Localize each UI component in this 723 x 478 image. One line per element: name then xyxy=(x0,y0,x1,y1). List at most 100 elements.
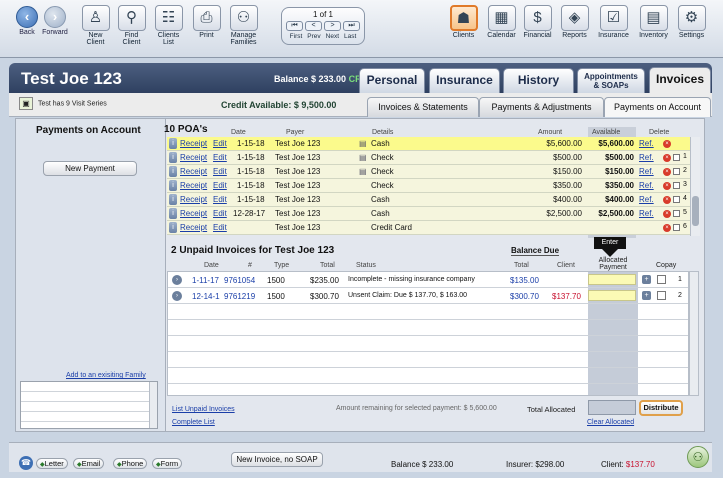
info-icon[interactable]: i xyxy=(169,166,177,177)
row-checkbox[interactable] xyxy=(673,154,680,161)
clients-list-button[interactable]: ☷ Clients List xyxy=(152,5,185,46)
insurance-module-button[interactable]: ☑ Insurance xyxy=(597,5,630,45)
info-icon[interactable]: i xyxy=(169,222,177,233)
table-row[interactable]: i Receipt Edit 1-15-18 Test Joe 123 ▤ Ch… xyxy=(167,165,690,179)
copay-checkbox[interactable] xyxy=(657,291,666,300)
email-button[interactable]: ◆Email xyxy=(73,458,105,469)
go-arrow-icon[interactable]: › xyxy=(172,275,182,285)
contact-icon[interactable]: ☎ xyxy=(19,456,33,470)
table-row[interactable]: i Receipt Edit 1-15-18 Test Joe 123 Cash… xyxy=(167,193,690,207)
add-icon[interactable]: + xyxy=(642,291,651,300)
row-checkbox[interactable] xyxy=(673,210,680,217)
tab-history[interactable]: History xyxy=(503,68,574,93)
inventory-module-button[interactable]: ▤ Inventory xyxy=(637,5,670,45)
ref-link[interactable]: Ref. xyxy=(639,209,654,218)
tab-payments-adjustments[interactable]: Payments & Adjustments xyxy=(479,97,604,117)
table-row[interactable]: i Receipt Edit 12-28-17 Test Joe 123 Cas… xyxy=(167,207,690,221)
delete-icon[interactable]: × xyxy=(663,224,671,232)
receipt-link[interactable]: Receipt xyxy=(180,195,207,204)
new-invoice-no-soap-button[interactable]: New Invoice, no SOAP xyxy=(231,452,323,467)
receipt-link[interactable]: Receipt xyxy=(180,153,207,162)
delete-icon[interactable]: × xyxy=(663,210,671,218)
next-record-button[interactable]: > xyxy=(324,21,341,31)
add-icon[interactable]: + xyxy=(642,275,651,284)
calendar-module-button[interactable]: ▦ Calendar xyxy=(485,5,518,45)
tab-payments-on-account[interactable]: Payments on Account xyxy=(604,97,711,117)
new-client-button[interactable]: ♙ New Client xyxy=(79,5,112,46)
form-button[interactable]: ◆Form xyxy=(152,458,183,469)
first-record-button[interactable]: ⏮ xyxy=(286,21,303,31)
settings-module-button[interactable]: ⚙ Settings xyxy=(675,5,708,45)
letter-button[interactable]: ◆Letter xyxy=(36,458,68,469)
info-icon[interactable]: i xyxy=(169,138,177,149)
table-row[interactable]: i Receipt Edit 1-15-18 Test Joe 123 ▤ Ca… xyxy=(167,137,690,151)
invoices-scrollbar[interactable] xyxy=(689,271,699,396)
info-icon[interactable]: i xyxy=(169,180,177,191)
family-icon[interactable]: ⚇ xyxy=(687,446,709,468)
back-button[interactable]: ‹ Back xyxy=(12,6,42,36)
edit-link[interactable]: Edit xyxy=(213,181,227,190)
prev-record-button[interactable]: < xyxy=(305,21,322,31)
delete-icon[interactable]: × xyxy=(663,182,671,190)
manage-families-button[interactable]: ⚇ Manage Families xyxy=(227,5,260,46)
add-to-family-link[interactable]: Add to an exisiting Family xyxy=(66,372,146,379)
tab-personal[interactable]: Personal xyxy=(359,68,425,93)
ref-link[interactable]: Ref. xyxy=(639,195,654,204)
reports-module-button[interactable]: ◈ Reports xyxy=(558,5,591,45)
edit-link[interactable]: Edit xyxy=(213,195,227,204)
table-row[interactable]: › 1-11-17 9761054 1500 $235.00 Incomplet… xyxy=(168,272,688,288)
visit-series[interactable]: ▣ Test has 9 Visit Series xyxy=(19,97,107,110)
receipt-link[interactable]: Receipt xyxy=(180,167,207,176)
receipt-link[interactable]: Receipt xyxy=(180,139,207,148)
info-icon[interactable]: i xyxy=(169,208,177,219)
allocated-input[interactable] xyxy=(588,274,636,285)
ref-link[interactable]: Ref. xyxy=(639,153,654,162)
tab-invoices[interactable]: Invoices xyxy=(649,67,711,94)
complete-list-link[interactable]: Complete List xyxy=(172,419,215,426)
tab-invoices-statements[interactable]: Invoices & Statements xyxy=(367,97,479,117)
print-button[interactable]: ⎙ Print xyxy=(190,5,223,45)
info-icon[interactable]: i xyxy=(169,152,177,163)
clear-allocated-link[interactable]: Clear Allocated xyxy=(587,419,634,426)
forward-button[interactable]: › Forward xyxy=(40,6,70,36)
row-checkbox[interactable] xyxy=(673,182,680,189)
info-icon[interactable]: i xyxy=(169,194,177,205)
table-row[interactable]: i Receipt Edit 1-15-18 Test Joe 123 ▤ Ch… xyxy=(167,151,690,165)
receipt-link[interactable]: Receipt xyxy=(180,223,207,232)
edit-link[interactable]: Edit xyxy=(213,139,227,148)
row-checkbox[interactable] xyxy=(673,168,680,175)
cell-invoice-number[interactable]: 9761219 xyxy=(224,292,255,301)
last-record-button[interactable]: ⏭ xyxy=(343,21,360,31)
poa-scrollbar[interactable] xyxy=(690,137,700,236)
delete-icon[interactable]: × xyxy=(663,154,671,162)
row-checkbox[interactable] xyxy=(673,224,680,231)
receipt-link[interactable]: Receipt xyxy=(180,181,207,190)
tab-appointments-soaps[interactable]: Appointments & SOAPs xyxy=(577,68,645,93)
list-unpaid-invoices-link[interactable]: List Unpaid Invoices xyxy=(172,406,235,413)
delete-icon[interactable]: × xyxy=(663,140,671,148)
ref-link[interactable]: Ref. xyxy=(639,167,654,176)
family-list[interactable] xyxy=(20,381,158,429)
row-checkbox[interactable] xyxy=(673,196,680,203)
find-client-button[interactable]: ⚲ Find Client xyxy=(115,5,148,46)
family-list-scrollbar[interactable] xyxy=(149,382,157,428)
receipt-link[interactable]: Receipt xyxy=(180,209,207,218)
ref-link[interactable]: Ref. xyxy=(639,139,654,148)
allocated-input[interactable] xyxy=(588,290,636,301)
delete-icon[interactable]: × xyxy=(663,168,671,176)
clients-module-button[interactable]: ☗ Clients xyxy=(447,5,480,45)
table-row[interactable]: i Receipt Edit Test Joe 123 Credit Card … xyxy=(167,221,690,235)
copay-checkbox[interactable] xyxy=(657,275,666,284)
table-row[interactable]: › 12-14-1 9761219 1500 $300.70 Unsent Cl… xyxy=(168,288,688,304)
ref-link[interactable]: Ref. xyxy=(639,181,654,190)
edit-link[interactable]: Edit xyxy=(213,223,227,232)
tab-insurance[interactable]: Insurance xyxy=(429,68,500,93)
go-arrow-icon[interactable]: › xyxy=(172,291,182,301)
delete-icon[interactable]: × xyxy=(663,196,671,204)
new-payment-button[interactable]: New Payment xyxy=(43,161,137,176)
financial-module-button[interactable]: $ Financial xyxy=(521,5,554,45)
table-row[interactable]: i Receipt Edit 1-15-18 Test Joe 123 Chec… xyxy=(167,179,690,193)
scroll-thumb[interactable] xyxy=(692,196,699,226)
edit-link[interactable]: Edit xyxy=(213,167,227,176)
edit-link[interactable]: Edit xyxy=(213,209,227,218)
